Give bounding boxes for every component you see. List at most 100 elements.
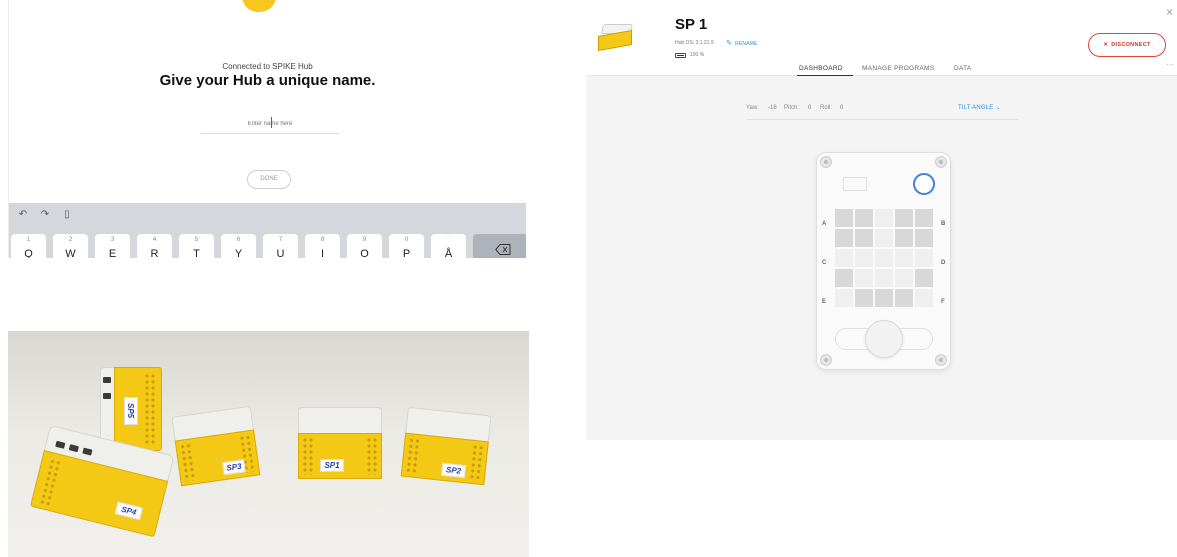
screw-icon [820,354,832,366]
close-window-icon[interactable]: × [1166,6,1173,18]
hub-sp1: SP1 [298,407,382,481]
hub-thumbnail [598,24,636,51]
key-number: 8 [320,237,325,243]
connection-status-text: Connected to SPIKE Hub [222,62,313,71]
hub-sp2: SP2 [400,406,492,487]
port-f-label: F [941,299,945,305]
key-letter: I [320,248,325,258]
key-o[interactable]: 9O [347,234,382,258]
battery-status: 100 % [675,52,704,58]
rename-link[interactable]: ✎ RENAME [726,39,758,47]
matrix-pixel[interactable] [875,249,893,267]
key-number: 1 [26,237,31,243]
matrix-pixel[interactable] [855,209,873,227]
hub-name: SP 1 [675,16,708,33]
key-e[interactable]: 3E [95,234,130,258]
matrix-pixel[interactable] [915,249,933,267]
redo-icon[interactable]: ↷ [39,209,51,221]
pitch-label: Pitch: [784,105,800,111]
hub-label: SP5 [124,397,138,425]
port-d-label: D [941,260,946,266]
matrix-pixel[interactable] [875,289,893,307]
key-u[interactable]: 7U [263,234,298,258]
key-number: 3 [110,237,115,243]
matrix-pixel[interactable] [875,229,893,247]
yaw-label: Yaw: [746,105,759,111]
matrix-pixel[interactable] [875,269,893,287]
hub-battery-icon [843,177,867,191]
key-number: 7 [278,237,283,243]
tilt-angle-dropdown[interactable]: TILT ANGLE ⌄ [958,104,1001,111]
matrix-pixel[interactable] [855,229,873,247]
key-letter: Y [234,248,243,258]
keyboard-toolbar: ↶ ↷ ▯ [17,209,73,221]
matrix-pixel[interactable] [895,289,913,307]
key-number: 6 [236,237,241,243]
matrix-pixel[interactable] [855,249,873,267]
matrix-pixel[interactable] [855,269,873,287]
key-letter: E [108,248,117,258]
matrix-pixel[interactable] [835,269,853,287]
key-letter: R [150,248,159,258]
disconnect-button[interactable]: ✕ DISCONNECT [1088,33,1166,57]
matrix-pixel[interactable] [895,269,913,287]
matrix-pixel[interactable] [915,209,933,227]
key-number: 2 [68,237,73,243]
tab-data[interactable]: DATA [954,65,972,72]
hub-center-button[interactable] [865,320,903,358]
key-p[interactable]: 0P [389,234,424,258]
hub-os-version: Hub OS: 3.1.21.9 [675,40,714,46]
key-q[interactable]: 1Q [11,234,46,258]
tab-dashboard[interactable]: DASHBOARD [799,65,843,72]
more-options-icon[interactable]: ··· [1166,60,1174,69]
port-icon [103,377,111,383]
rename-label: RENAME [735,41,758,47]
hub-name-input[interactable] [201,113,339,135]
battery-level: 100 % [690,52,705,58]
battery-icon [675,52,686,58]
matrix-pixel[interactable] [895,249,913,267]
matrix-pixel[interactable] [895,209,913,227]
matrix-pixel[interactable] [835,209,853,227]
clipboard-icon[interactable]: ▯ [61,209,73,221]
screenshot-collage: Connected to SPIKE Hub Give your Hub a u… [0,0,1177,557]
tab-manage-programs[interactable]: MANAGE PROGRAMS [862,65,934,72]
key-y[interactable]: 6Y [221,234,256,258]
key-w[interactable]: 2W [53,234,88,258]
matrix-pixel[interactable] [835,249,853,267]
hub-diagram: A B C D E F [816,152,951,370]
key-number: 4 [152,237,157,243]
hub-graphic [242,0,276,12]
matrix-pixel[interactable] [855,289,873,307]
undo-icon[interactable]: ↶ [17,209,29,221]
screw-icon [820,156,832,168]
hub-name-field[interactable] [201,112,339,135]
matrix-pixel[interactable] [915,269,933,287]
key-letter: P [402,248,411,258]
tilt-angle-label: TILT ANGLE [958,105,994,111]
key-letter: Å [444,248,453,258]
key-a-ring[interactable]: ¨ Å [431,234,466,258]
matrix-pixel[interactable] [835,289,853,307]
hub-dashboard-screen: SP 1 Hub OS: 3.1.21.9 ✎ RENAME 100 % DASH… [586,0,1177,440]
matrix-pixel[interactable] [895,229,913,247]
chevron-down-icon: ⌄ [995,105,1001,111]
key-r[interactable]: 4R [137,234,172,258]
light-matrix[interactable] [835,209,933,307]
key-number: 5 [194,237,199,243]
matrix-pixel[interactable] [875,209,893,227]
port-a-label: A [822,221,827,227]
backspace-key[interactable] [473,234,526,258]
bluetooth-status-light [913,173,935,195]
close-icon: ✕ [1103,42,1109,48]
key-i[interactable]: 8I [305,234,340,258]
matrix-pixel[interactable] [915,229,933,247]
key-t[interactable]: 5T [179,234,214,258]
screw-icon [935,354,947,366]
matrix-pixel[interactable] [835,229,853,247]
disconnect-label: DISCONNECT [1111,42,1151,48]
gyro-readout: Yaw: -18 Pitch: 0 Roll: 0 TILT ANGLE ⌄ [746,98,1018,120]
key-number: 9 [362,237,367,243]
done-button[interactable]: DONE [247,170,291,189]
matrix-pixel[interactable] [915,289,933,307]
